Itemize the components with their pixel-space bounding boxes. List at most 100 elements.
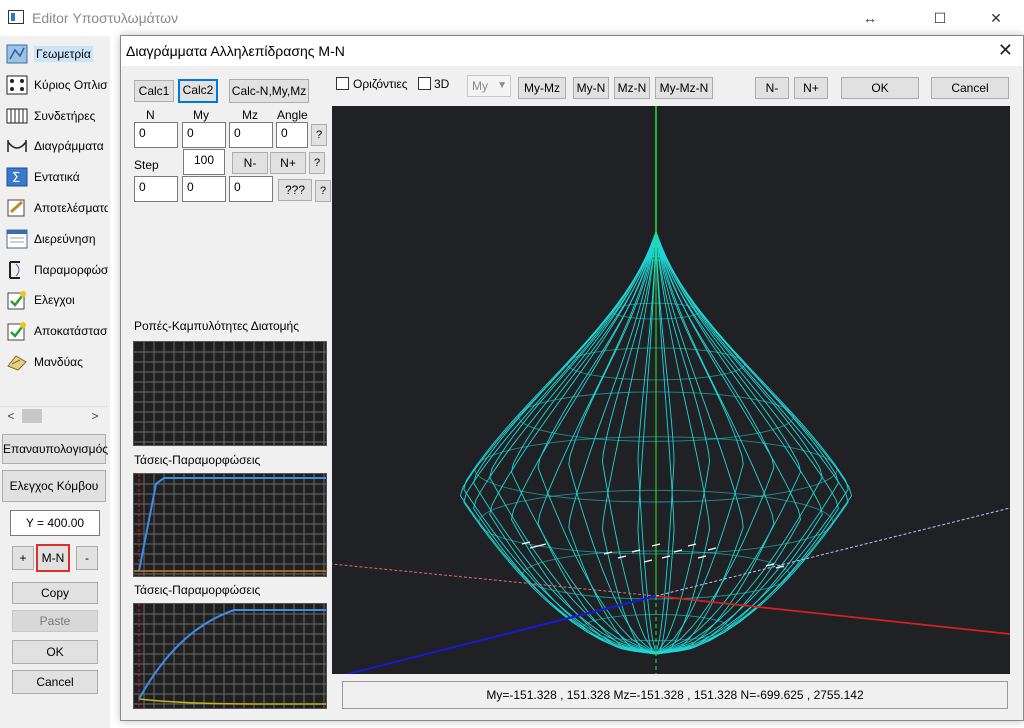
- calc1-button[interactable]: Calc1: [134, 80, 174, 102]
- sidebar-item-results[interactable]: Αποτελέσματα: [4, 194, 108, 222]
- calc-n-my-mz-button[interactable]: Calc-N,My,Mz: [229, 79, 309, 103]
- app-title: Editor Υποστυλωμάτων: [32, 10, 179, 26]
- stirrups-icon: [4, 104, 30, 128]
- moment-curvature-grid: [134, 342, 326, 445]
- section-marker: [617, 555, 627, 559]
- sidebar-item-sigma[interactable]: Σ Εντατικά: [4, 163, 108, 191]
- copy-button[interactable]: Copy: [12, 582, 98, 604]
- view-my-n-button[interactable]: My-N: [573, 77, 609, 99]
- horizontal-checkbox[interactable]: [336, 77, 349, 90]
- stress-strain-chart-1: [133, 473, 327, 577]
- dialog-cancel-button[interactable]: Cancel: [931, 77, 1009, 99]
- top-n-minus-button[interactable]: N-: [755, 77, 789, 99]
- restore-resize-icon[interactable]: ↔: [848, 6, 892, 30]
- section-forces-label: Ροπές-Καμπυλότητες Διατομής: [134, 319, 299, 333]
- angle-input[interactable]: 0: [276, 122, 308, 148]
- chevron-down-icon: ▼: [497, 80, 507, 91]
- sidebar-item-label: Διερεύνηση: [34, 231, 96, 246]
- sidebar-item-label: Αποτελέσματα: [34, 201, 108, 215]
- section-marker: [775, 565, 785, 569]
- header-my: My: [193, 108, 209, 122]
- n-input[interactable]: 0: [134, 122, 178, 148]
- section-marker: [537, 543, 547, 547]
- investigation-icon: [4, 227, 30, 251]
- minus-button[interactable]: -: [76, 546, 98, 570]
- view-mz-n-button[interactable]: Mz-N: [614, 77, 650, 99]
- stress-strain-label-1: Τάσεις-Παραμορφώσεις: [134, 453, 261, 467]
- triple-question-button[interactable]: ???: [278, 179, 312, 201]
- left-sidebar: Γεωμετρία Κύριος Οπλισμός Συνδετήρες Διαγρά…: [0, 36, 110, 728]
- sidebar-item-investigation[interactable]: Διερεύνηση: [4, 225, 108, 253]
- axis-select[interactable]: My ▼: [467, 75, 511, 97]
- sidebar-cancel-button[interactable]: Cancel: [12, 670, 98, 694]
- view-my-mz-button[interactable]: My-Mz: [518, 77, 566, 99]
- status-bar: My=-151.328 , 151.328 Mz=-151.328 , 151.…: [342, 681, 1008, 709]
- sidebar-item-deformations[interactable]: Παραμορφώσεις: [4, 256, 108, 284]
- scroll-right-arrow-icon[interactable]: >: [86, 407, 104, 425]
- sidebar-item-restoration[interactable]: Αποκατάσταση: [4, 317, 108, 345]
- help-button-1[interactable]: ?: [311, 124, 327, 146]
- maximize-button[interactable]: ☐: [918, 6, 962, 30]
- mn-interaction-dialog: Διαγράμματα Αλληλεπίδρασης M-N ✕ Calc1 C…: [120, 35, 1024, 721]
- axis-select-value: My: [472, 79, 488, 93]
- plus-button[interactable]: +: [12, 546, 34, 570]
- secondary-curve: [138, 698, 326, 705]
- top-n-plus-button[interactable]: N+: [794, 77, 828, 99]
- sidebar-item-diagrams[interactable]: Διαγράμματα: [4, 132, 108, 160]
- row3-input-b[interactable]: 0: [182, 176, 226, 202]
- three-d-checkbox[interactable]: [418, 77, 431, 90]
- sidebar-item-rebar[interactable]: Κύριος Οπλισμός: [4, 71, 108, 99]
- mn-button[interactable]: M-N: [36, 544, 70, 572]
- step-n-plus-button[interactable]: N+: [270, 152, 306, 174]
- view-my-mz-n-button[interactable]: My-Mz-N: [655, 77, 713, 99]
- my-input[interactable]: 0: [182, 122, 226, 148]
- step-n-minus-button[interactable]: N-: [232, 152, 268, 174]
- help-button-2[interactable]: ?: [309, 152, 325, 174]
- sidebar-item-label: Κύριος Οπλισμός: [34, 77, 108, 92]
- mz-input[interactable]: 0: [229, 122, 273, 148]
- deformations-icon: [4, 258, 30, 282]
- sigma-icon: Σ: [4, 165, 30, 189]
- recalculate-button[interactable]: Επαναυπολογισμός: [2, 434, 108, 464]
- app-icon: [8, 10, 24, 24]
- scroll-thumb[interactable]: [22, 409, 42, 423]
- sidebar-item-label: Γεωμετρία: [34, 46, 93, 62]
- sidebar-item-jacket[interactable]: Μανδύας: [4, 348, 108, 376]
- section-marker: [643, 559, 653, 563]
- sidebar-item-stirrups[interactable]: Συνδετήρες: [4, 102, 108, 130]
- results-icon: [4, 196, 30, 220]
- node-check-button[interactable]: Ελεγχος Κόμβου: [2, 470, 106, 502]
- dialog-ok-button[interactable]: OK: [841, 77, 919, 99]
- stress-strain-plot-1: [134, 474, 326, 576]
- section-marker: [661, 555, 671, 559]
- stress-strain-label-2: Τάσεις-Παραμορφώσεις: [134, 583, 261, 597]
- nav-horizontal-scrollbar[interactable]: < >: [0, 406, 108, 424]
- section-marker: [707, 547, 717, 551]
- row3-input-a[interactable]: 0: [134, 176, 178, 202]
- mn-surface-svg[interactable]: [331, 106, 1011, 679]
- mn-interaction-3d-plot[interactable]: [331, 106, 1011, 679]
- diagrams-icon: [4, 134, 30, 158]
- step-input[interactable]: 100: [183, 149, 225, 175]
- help-button-3[interactable]: ?: [315, 180, 331, 202]
- red-axis-negative: [331, 563, 657, 597]
- section-marker: [651, 543, 661, 547]
- dialog-close-icon[interactable]: ✕: [998, 40, 1013, 61]
- sidebar-item-label: Μανδύας: [34, 355, 83, 369]
- dialog-titlebar: Διαγράμματα Αλληλεπίδρασης M-N ✕: [121, 36, 1023, 66]
- header-mz: Mz: [242, 108, 258, 122]
- sidebar-item-label: Συνδετήρες: [34, 108, 96, 123]
- grid-lines: [134, 474, 326, 576]
- sidebar-ok-button[interactable]: OK: [12, 640, 98, 664]
- horizontal-label: Οριζόντιες: [353, 77, 408, 91]
- row3-input-c[interactable]: 0: [229, 176, 273, 202]
- calc2-button[interactable]: Calc2: [178, 79, 218, 103]
- y-value-field: Y = 400.00: [10, 510, 100, 536]
- dialog-title: Διαγράμματα Αλληλεπίδρασης M-N: [126, 43, 345, 59]
- checks-icon: [4, 288, 30, 312]
- sidebar-item-geometry[interactable]: Γεωμετρία: [4, 40, 108, 68]
- paste-button[interactable]: Paste: [12, 610, 98, 632]
- scroll-left-arrow-icon[interactable]: <: [2, 407, 20, 425]
- sidebar-item-checks[interactable]: Ελεγχοι: [4, 286, 108, 314]
- close-window-button[interactable]: ✕: [974, 6, 1018, 30]
